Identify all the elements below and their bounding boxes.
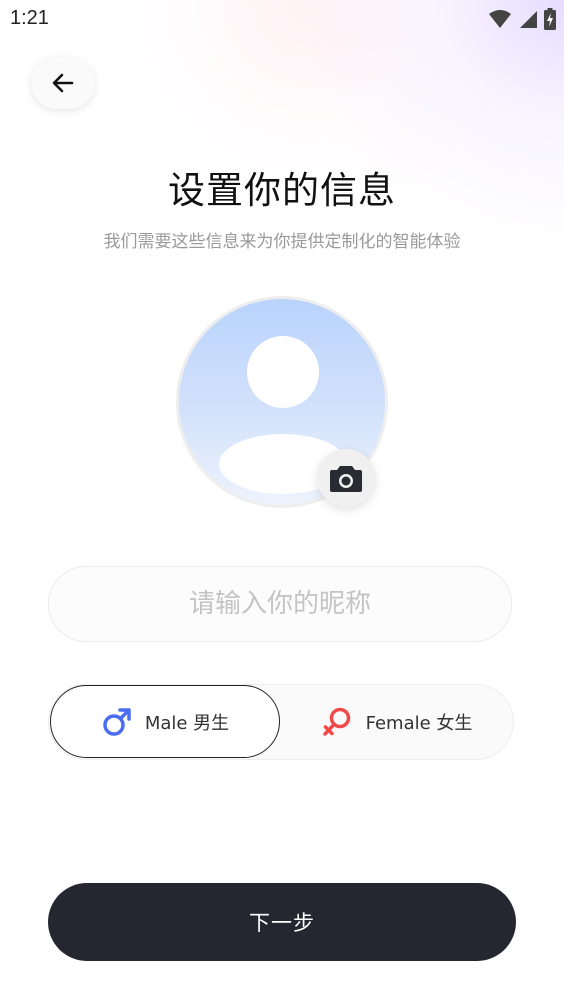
- gender-selector: Male 男生 Female 女生: [48, 684, 514, 760]
- status-bar: 1:21: [0, 0, 564, 38]
- cell-signal-icon: [520, 11, 537, 28]
- next-button[interactable]: 下一步: [48, 883, 516, 961]
- gender-female-label: Female 女生: [365, 712, 473, 734]
- female-symbol-icon: [322, 707, 350, 736]
- male-symbol-icon: [103, 707, 131, 736]
- status-icons: [488, 8, 556, 30]
- status-time: 1:21: [10, 7, 49, 29]
- gender-option-male[interactable]: Male 男生: [50, 685, 280, 758]
- battery-icon: [544, 8, 556, 30]
- camera-icon: [330, 466, 362, 492]
- nickname-field[interactable]: [48, 566, 512, 642]
- wifi-icon: [489, 10, 511, 28]
- gender-male-label: Male 男生: [144, 712, 230, 734]
- camera-button[interactable]: [317, 449, 375, 507]
- nickname-input[interactable]: [70, 588, 490, 620]
- page-title: 设置你的信息: [168, 169, 396, 212]
- page-subtitle: 我们需要这些信息来为你提供定制化的智能体验: [103, 232, 461, 252]
- back-button[interactable]: [31, 57, 95, 109]
- arrow-left-icon: [52, 73, 74, 93]
- gender-option-female[interactable]: Female 女生: [281, 685, 513, 758]
- avatar-picker[interactable]: [176, 296, 388, 508]
